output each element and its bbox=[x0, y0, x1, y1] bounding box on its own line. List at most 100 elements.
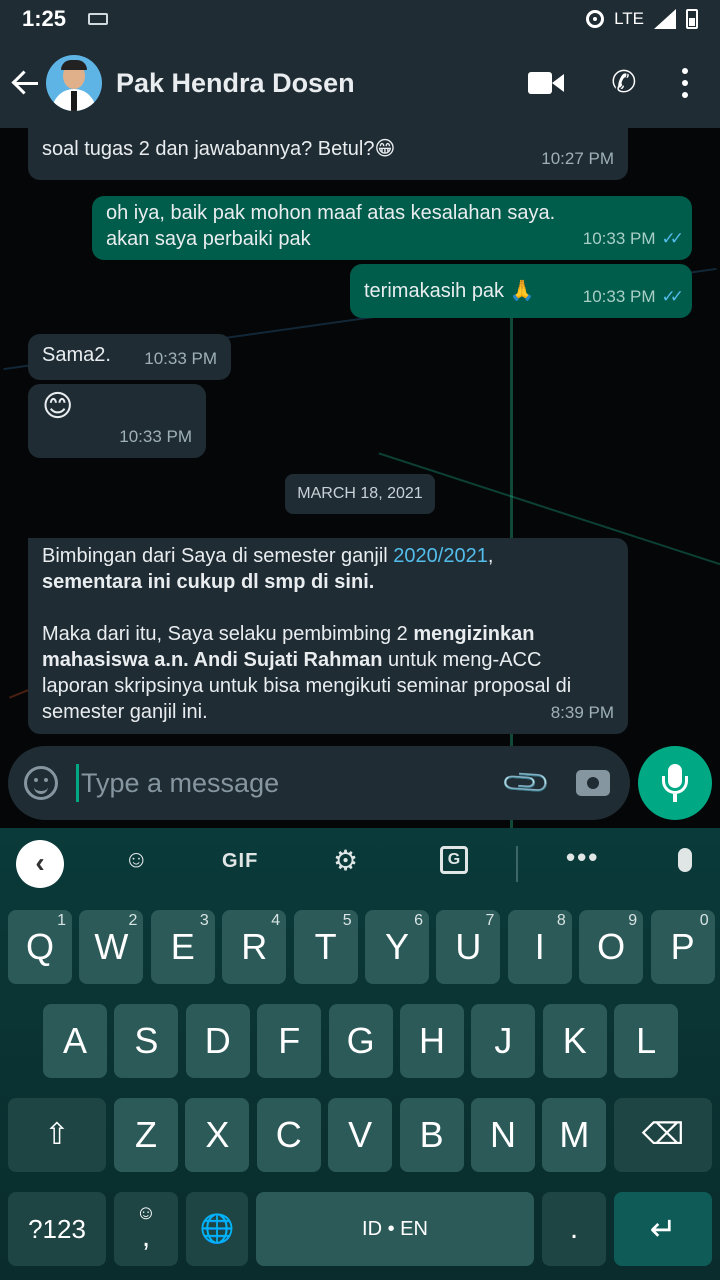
message-paragraph-1: Bimbingan dari Saya di semester ganjil 2… bbox=[42, 545, 494, 593]
message-input[interactable]: Type a message bbox=[81, 768, 279, 799]
key-z[interactable]: Z bbox=[114, 1098, 178, 1172]
key-number-hint: 4 bbox=[271, 912, 281, 929]
phone-call-icon[interactable]: ✆ bbox=[608, 67, 640, 99]
key-x[interactable]: X bbox=[185, 1098, 250, 1172]
key-q[interactable]: Q1 bbox=[8, 910, 72, 984]
key-k[interactable]: K bbox=[542, 1004, 607, 1078]
message-bubble[interactable]: soal tugas 2 dan jawabannya? Betul?😁 10:… bbox=[28, 128, 628, 180]
voice-message-button[interactable] bbox=[638, 746, 712, 820]
key-i[interactable]: I8 bbox=[507, 910, 572, 984]
more-icon[interactable]: ••• bbox=[566, 842, 599, 873]
key-y[interactable]: Y6 bbox=[365, 910, 429, 984]
message-bubble[interactable]: Bimbingan dari Saya di semester ganjil 2… bbox=[28, 538, 628, 734]
message-text: soal tugas 2 dan jawabannya? Betul?😁 bbox=[42, 138, 396, 160]
keyboard-indicator-icon bbox=[88, 13, 109, 25]
key-w[interactable]: W2 bbox=[79, 910, 144, 984]
contact-name[interactable]: Pak Hendra Dosen bbox=[116, 68, 355, 99]
status-bar: 1:25 LTE bbox=[0, 0, 720, 38]
key-t[interactable]: T5 bbox=[293, 910, 358, 984]
message-text: Sama2. bbox=[42, 344, 111, 366]
message-composer[interactable]: Type a message 📎 bbox=[8, 746, 630, 820]
message-bubble[interactable]: oh iya, baik pak mohon maaf atas kesalah… bbox=[92, 196, 692, 260]
key-c[interactable]: C bbox=[256, 1098, 321, 1172]
video-call-icon[interactable] bbox=[528, 72, 564, 94]
key-j[interactable]: J bbox=[471, 1004, 536, 1078]
key-s[interactable]: S bbox=[114, 1004, 179, 1078]
status-time: 1:25 bbox=[22, 6, 67, 31]
globe-icon[interactable]: 🌐 bbox=[186, 1192, 248, 1266]
key-g[interactable]: G bbox=[328, 1004, 393, 1078]
message-link[interactable]: 2020/2021 bbox=[393, 545, 488, 567]
hotspot-icon bbox=[586, 10, 605, 28]
message-time: 10:33 PM bbox=[582, 229, 656, 248]
status-icons: LTE bbox=[586, 9, 698, 29]
key-l[interactable]: L bbox=[614, 1004, 679, 1078]
comma-key[interactable]: ☺ , bbox=[114, 1192, 178, 1266]
message-bubble[interactable]: 😊 10:33 PM bbox=[28, 384, 206, 458]
back-arrow-icon[interactable] bbox=[10, 68, 40, 98]
toolbar-divider bbox=[516, 846, 518, 882]
key-number-hint: 6 bbox=[414, 912, 423, 929]
key-e[interactable]: E3 bbox=[150, 910, 215, 984]
read-ticks-icon: ✓✓ bbox=[661, 229, 684, 248]
gif-button[interactable]: GIF bbox=[222, 850, 258, 873]
read-ticks-icon: ✓✓ bbox=[661, 287, 684, 306]
key-number-hint: 5 bbox=[342, 912, 352, 929]
key-number-hint: 1 bbox=[57, 912, 66, 929]
message-time: 10:33 PM bbox=[582, 287, 656, 306]
battery-icon bbox=[686, 9, 698, 29]
key-v[interactable]: V bbox=[328, 1098, 393, 1172]
key-b[interactable]: B bbox=[399, 1098, 464, 1172]
key-n[interactable]: N bbox=[471, 1098, 535, 1172]
translate-icon[interactable]: G bbox=[440, 846, 468, 874]
backspace-key[interactable]: ⌫ bbox=[614, 1098, 712, 1172]
key-number-hint: 3 bbox=[199, 912, 209, 929]
message-bubble[interactable]: Sama2. 10:33 PM bbox=[28, 334, 231, 380]
key-o[interactable]: O9 bbox=[579, 910, 644, 984]
avatar[interactable] bbox=[46, 55, 102, 111]
space-key[interactable]: ID • EN bbox=[256, 1192, 534, 1266]
more-options-icon[interactable] bbox=[680, 68, 690, 98]
message-time: 10:27 PM bbox=[541, 149, 614, 168]
message-text: oh iya, baik pak mohon maaf atas kesalah… bbox=[106, 202, 556, 250]
shift-key[interactable]: ⇧ bbox=[8, 1098, 106, 1172]
key-d[interactable]: D bbox=[185, 1004, 250, 1078]
message-bubble[interactable]: terimakasih pak 🙏 10:33 PM ✓✓ bbox=[350, 264, 692, 318]
key-number-hint: 2 bbox=[128, 912, 138, 929]
key-a[interactable]: A bbox=[43, 1004, 107, 1078]
sticker-icon[interactable]: ☺ bbox=[124, 846, 149, 874]
key-number-hint: 0 bbox=[699, 912, 709, 929]
chat-header: Pak Hendra Dosen ✆ bbox=[0, 38, 720, 128]
key-number-hint: 7 bbox=[485, 912, 495, 929]
message-emoji: 😊 bbox=[42, 390, 74, 423]
message-text: terimakasih pak 🙏 bbox=[364, 280, 535, 302]
key-r[interactable]: R4 bbox=[222, 910, 287, 984]
enter-key[interactable]: ↵ bbox=[614, 1192, 712, 1266]
text-cursor bbox=[76, 764, 79, 802]
keyboard-toolbar: ‹ ☺ GIF ⚙ G ••• bbox=[0, 828, 720, 900]
key-p[interactable]: P0 bbox=[650, 910, 715, 984]
symbols-key[interactable]: ?123 bbox=[8, 1192, 106, 1266]
emoji-icon[interactable] bbox=[24, 766, 58, 800]
key-h[interactable]: H bbox=[400, 1004, 464, 1078]
signal-icon bbox=[654, 9, 676, 29]
network-type: LTE bbox=[614, 9, 644, 28]
attach-icon[interactable]: 📎 bbox=[499, 755, 554, 810]
key-number-hint: 9 bbox=[628, 912, 638, 929]
message-time: 10:33 PM bbox=[144, 349, 217, 368]
message-paragraph-2: Maka dari itu, Saya selaku pembimbing 2 … bbox=[42, 623, 572, 723]
keyboard: ‹ ☺ GIF ⚙ G ••• Q1W2E3R4T5Y6U7I8O9P0 ASD… bbox=[0, 828, 720, 1280]
camera-icon[interactable] bbox=[576, 770, 610, 796]
chat-area[interactable]: soal tugas 2 dan jawabannya? Betul?😁 10:… bbox=[0, 128, 720, 828]
message-time: 8:39 PM bbox=[550, 703, 614, 722]
voice-typing-icon[interactable] bbox=[678, 848, 692, 872]
key-f[interactable]: F bbox=[257, 1004, 322, 1078]
collapse-keyboard-icon[interactable]: ‹ bbox=[16, 840, 64, 888]
settings-icon[interactable]: ⚙ bbox=[333, 844, 358, 877]
key-m[interactable]: M bbox=[542, 1098, 607, 1172]
date-divider: MARCH 18, 2021 bbox=[285, 474, 435, 514]
period-key[interactable]: . bbox=[542, 1192, 606, 1266]
key-u[interactable]: U7 bbox=[436, 910, 501, 984]
key-number-hint: 8 bbox=[556, 912, 566, 929]
message-time: 10:33 PM bbox=[119, 427, 192, 446]
